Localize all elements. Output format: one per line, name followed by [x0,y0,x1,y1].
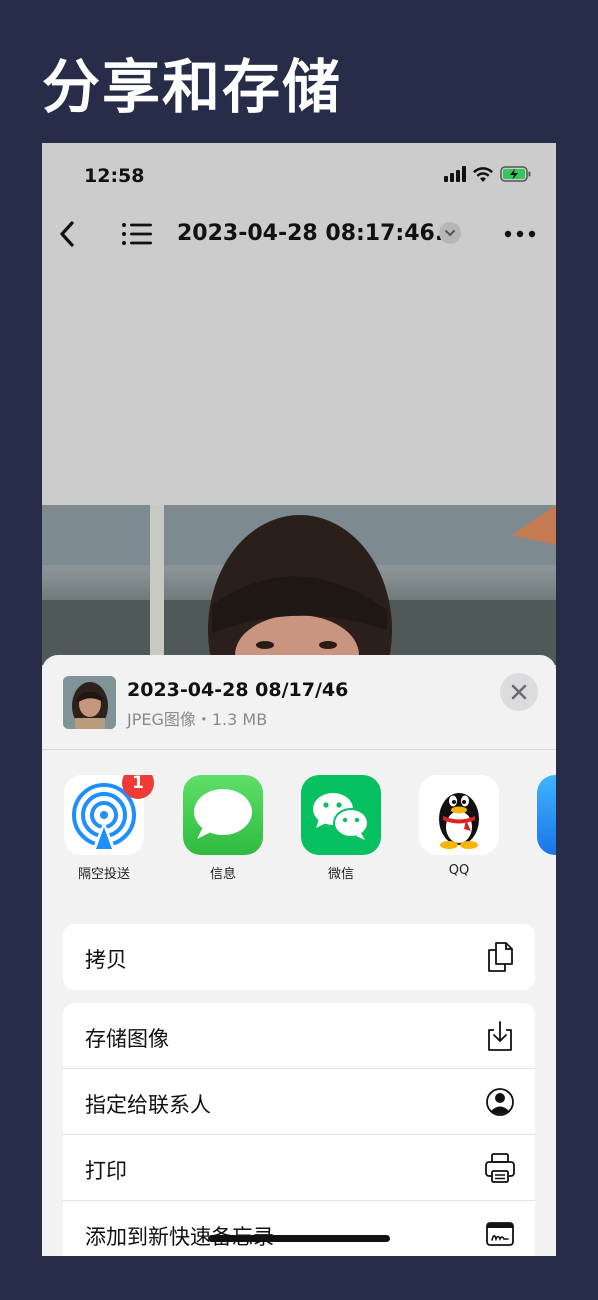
close-button[interactable] [500,673,538,711]
action-group-main: 存储图像 指定给联系人 打印 添加到新快速备忘录 [63,1003,535,1256]
action-print[interactable]: 打印 [63,1135,535,1201]
cellular-signal-icon [444,166,466,182]
share-app-row: 1 隔空投送 信息 微信 QQ [42,775,556,885]
action-label: 打印 [85,1159,127,1183]
app-mail-partial[interactable] [537,775,556,855]
app-airdrop[interactable]: 1 隔空投送 [64,775,154,882]
status-icons [444,165,532,183]
file-name: 2023-04-28 08/17/46 [127,679,349,701]
app-label: 隔空投送 [77,867,130,882]
more-icon[interactable] [502,223,538,245]
copy-icon [488,942,513,972]
action-label: 存储图像 [85,1027,169,1051]
status-bar: 12:58 [42,143,556,203]
share-sheet: 2023-04-28 08/17/46 JPEG图像・1.3 MB 1 隔空投送… [42,655,556,1256]
file-thumbnail [63,676,116,729]
mail-icon [537,775,556,855]
qq-icon [419,775,499,855]
navigation-bar: 2023-04-28 08:17:46... [42,209,556,259]
wifi-icon [473,166,493,182]
home-indicator[interactable] [208,1235,390,1242]
phone-screen: 12:58 2023-04-28 08:17:46... 2023-04-28 … [42,143,556,1256]
status-time: 12:58 [84,165,145,187]
list-icon[interactable] [120,221,154,247]
title-chevron-down-icon[interactable] [439,222,461,244]
app-messages[interactable]: 信息 [183,775,263,882]
page-headline: 分享和存储 [42,53,343,121]
file-meta: JPEG图像・1.3 MB [127,710,268,729]
app-qq[interactable]: QQ [419,775,499,878]
contact-icon [486,1088,514,1116]
action-assign-contact[interactable]: 指定给联系人 [63,1069,535,1135]
app-label: 信息 [209,867,236,882]
close-icon [511,684,527,700]
photo-image [42,505,556,665]
battery-charging-icon [500,166,531,182]
app-wechat[interactable]: 微信 [301,775,381,882]
document-title[interactable]: 2023-04-28 08:17:46... [177,221,460,246]
quick-note-icon [486,1222,514,1246]
save-download-icon [488,1021,512,1051]
back-chevron-icon[interactable] [52,217,84,251]
action-save-image[interactable]: 存储图像 [63,1003,535,1069]
file-header: 2023-04-28 08/17/46 JPEG图像・1.3 MB [42,655,556,750]
action-label: 拷贝 [85,948,127,972]
action-group-copy: 拷贝 [63,924,535,990]
action-copy[interactable]: 拷贝 [63,924,535,990]
printer-icon [485,1153,515,1183]
photo-preview [42,505,556,665]
app-label: QQ [448,863,470,878]
app-label: 微信 [327,867,354,882]
wechat-icon [301,775,381,855]
messages-icon [183,775,263,855]
action-add-quick-note[interactable]: 添加到新快速备忘录 [63,1201,535,1256]
action-label: 指定给联系人 [85,1093,211,1117]
